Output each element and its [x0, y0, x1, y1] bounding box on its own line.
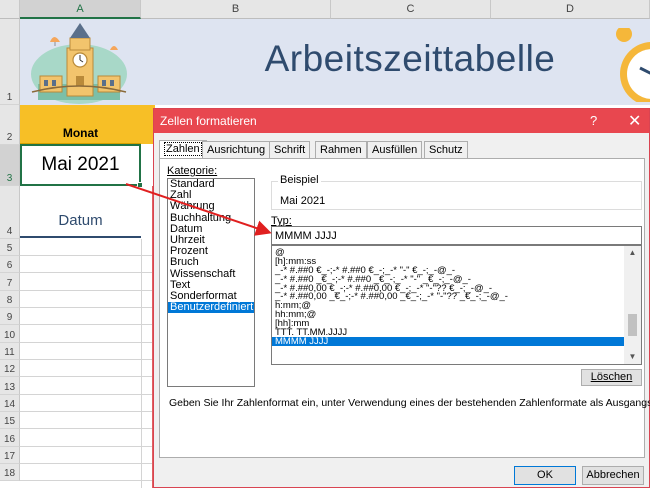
row-header-4[interactable]: 4: [0, 186, 20, 239]
column-header-b[interactable]: B: [141, 0, 331, 19]
format-list-scrollbar[interactable]: ▲ ▼: [624, 246, 641, 364]
row-header-8[interactable]: 8: [0, 291, 20, 308]
tab-rahmen[interactable]: Rahmen: [315, 141, 367, 158]
loeschen-label: Löschen: [590, 371, 633, 383]
format-item[interactable]: h:mm;@: [272, 301, 624, 310]
help-button[interactable]: ?: [590, 113, 597, 128]
alarm-clock-illustration: [616, 28, 650, 102]
fill-handle[interactable]: [137, 182, 143, 188]
scroll-up-icon[interactable]: ▲: [624, 246, 641, 260]
cancel-button[interactable]: Abbrechen: [582, 466, 644, 485]
datum-underline: [20, 236, 141, 238]
category-list[interactable]: Standard Zahl Währung Buchhaltung Datum …: [167, 178, 255, 387]
loeschen-button[interactable]: Löschen: [581, 369, 642, 386]
row-header-3[interactable]: 3: [0, 145, 20, 186]
select-all-corner[interactable]: [0, 0, 20, 19]
row-header-6[interactable]: 6: [0, 256, 20, 273]
column-header-a[interactable]: A: [20, 0, 141, 19]
tab-ausfuellen[interactable]: Ausfüllen: [367, 141, 423, 158]
tab-schrift[interactable]: Schrift: [269, 141, 311, 158]
column-header-d[interactable]: D: [491, 0, 650, 19]
month-value-cell[interactable]: Mai 2021: [20, 144, 141, 186]
row-header-10[interactable]: 10: [0, 325, 20, 343]
scroll-thumb[interactable]: [628, 314, 637, 336]
beispiel-group: Beispiel Mai 2021: [271, 174, 642, 210]
format-hint: Geben Sie Ihr Zahlenformat ein, unter Ve…: [169, 397, 650, 409]
row-header-17[interactable]: 17: [0, 447, 20, 464]
format-cells-dialog: Zellen formatieren ? ✕ Zahlen Ausrichtun…: [153, 108, 650, 488]
monat-header-cell[interactable]: Monat: [20, 105, 141, 144]
sheet-title: Arbeitszeittabelle: [264, 38, 556, 79]
row-header-1[interactable]: 1: [0, 19, 20, 105]
kategorie-label: Kategorie:: [167, 165, 218, 177]
row-header-16[interactable]: 16: [0, 429, 20, 447]
clock-tower-illustration: [31, 23, 127, 104]
close-icon[interactable]: ✕: [628, 111, 641, 131]
category-item[interactable]: Wissenschaft: [168, 268, 254, 280]
row-header-13[interactable]: 13: [0, 377, 20, 395]
format-list[interactable]: @ [h]:mm:ss _-* #.##0 €_-;-* #.##0 €_-;_…: [271, 245, 642, 365]
monat-header-label: Monat: [62, 126, 99, 140]
datum-header: Datum: [58, 212, 103, 229]
scroll-down-icon[interactable]: ▼: [624, 350, 641, 364]
row-header-15[interactable]: 15: [0, 412, 20, 429]
row-header-18[interactable]: 18: [0, 464, 20, 481]
row-header-2[interactable]: 2: [0, 105, 20, 145]
row-header-9[interactable]: 9: [0, 308, 20, 325]
dialog-titlebar[interactable]: Zellen formatieren ? ✕: [154, 109, 649, 133]
category-item[interactable]: Währung: [168, 201, 254, 212]
row-header-7[interactable]: 7: [0, 273, 20, 291]
dialog-title: Zellen formatieren: [160, 114, 257, 128]
row-header-5[interactable]: 5: [0, 239, 20, 256]
row-header-11[interactable]: 11: [0, 343, 20, 360]
ok-button[interactable]: OK: [514, 466, 576, 485]
grid-column-line: [141, 239, 142, 488]
row-header-14[interactable]: 14: [0, 395, 20, 412]
zahlen-panel: Kategorie: Standard Zahl Währung Buchhal…: [159, 158, 650, 458]
beispiel-label: Beispiel: [278, 174, 321, 186]
tab-zahlen-label: Zahlen: [164, 142, 202, 156]
category-item-selected[interactable]: Benutzerdefiniert: [168, 301, 254, 314]
format-item[interactable]: _-* #.##0,00 _€_-;-* #.##0,00 _€_-;_-* "…: [272, 292, 624, 301]
format-item-selected[interactable]: MMMM JJJJ: [272, 337, 624, 346]
format-item[interactable]: @: [272, 248, 624, 257]
column-header-c[interactable]: C: [331, 0, 491, 19]
tab-ausrichtung[interactable]: Ausrichtung: [202, 141, 271, 158]
beispiel-value: Mai 2021: [280, 195, 326, 207]
typ-input[interactable]: MMMM JJJJ: [271, 226, 642, 245]
category-item[interactable]: Bruch: [168, 257, 254, 268]
row-header-12[interactable]: 12: [0, 360, 20, 377]
tab-schutz[interactable]: Schutz: [424, 141, 468, 158]
tab-zahlen[interactable]: Zahlen: [159, 140, 207, 159]
format-item[interactable]: hh:mm;@: [272, 310, 624, 319]
